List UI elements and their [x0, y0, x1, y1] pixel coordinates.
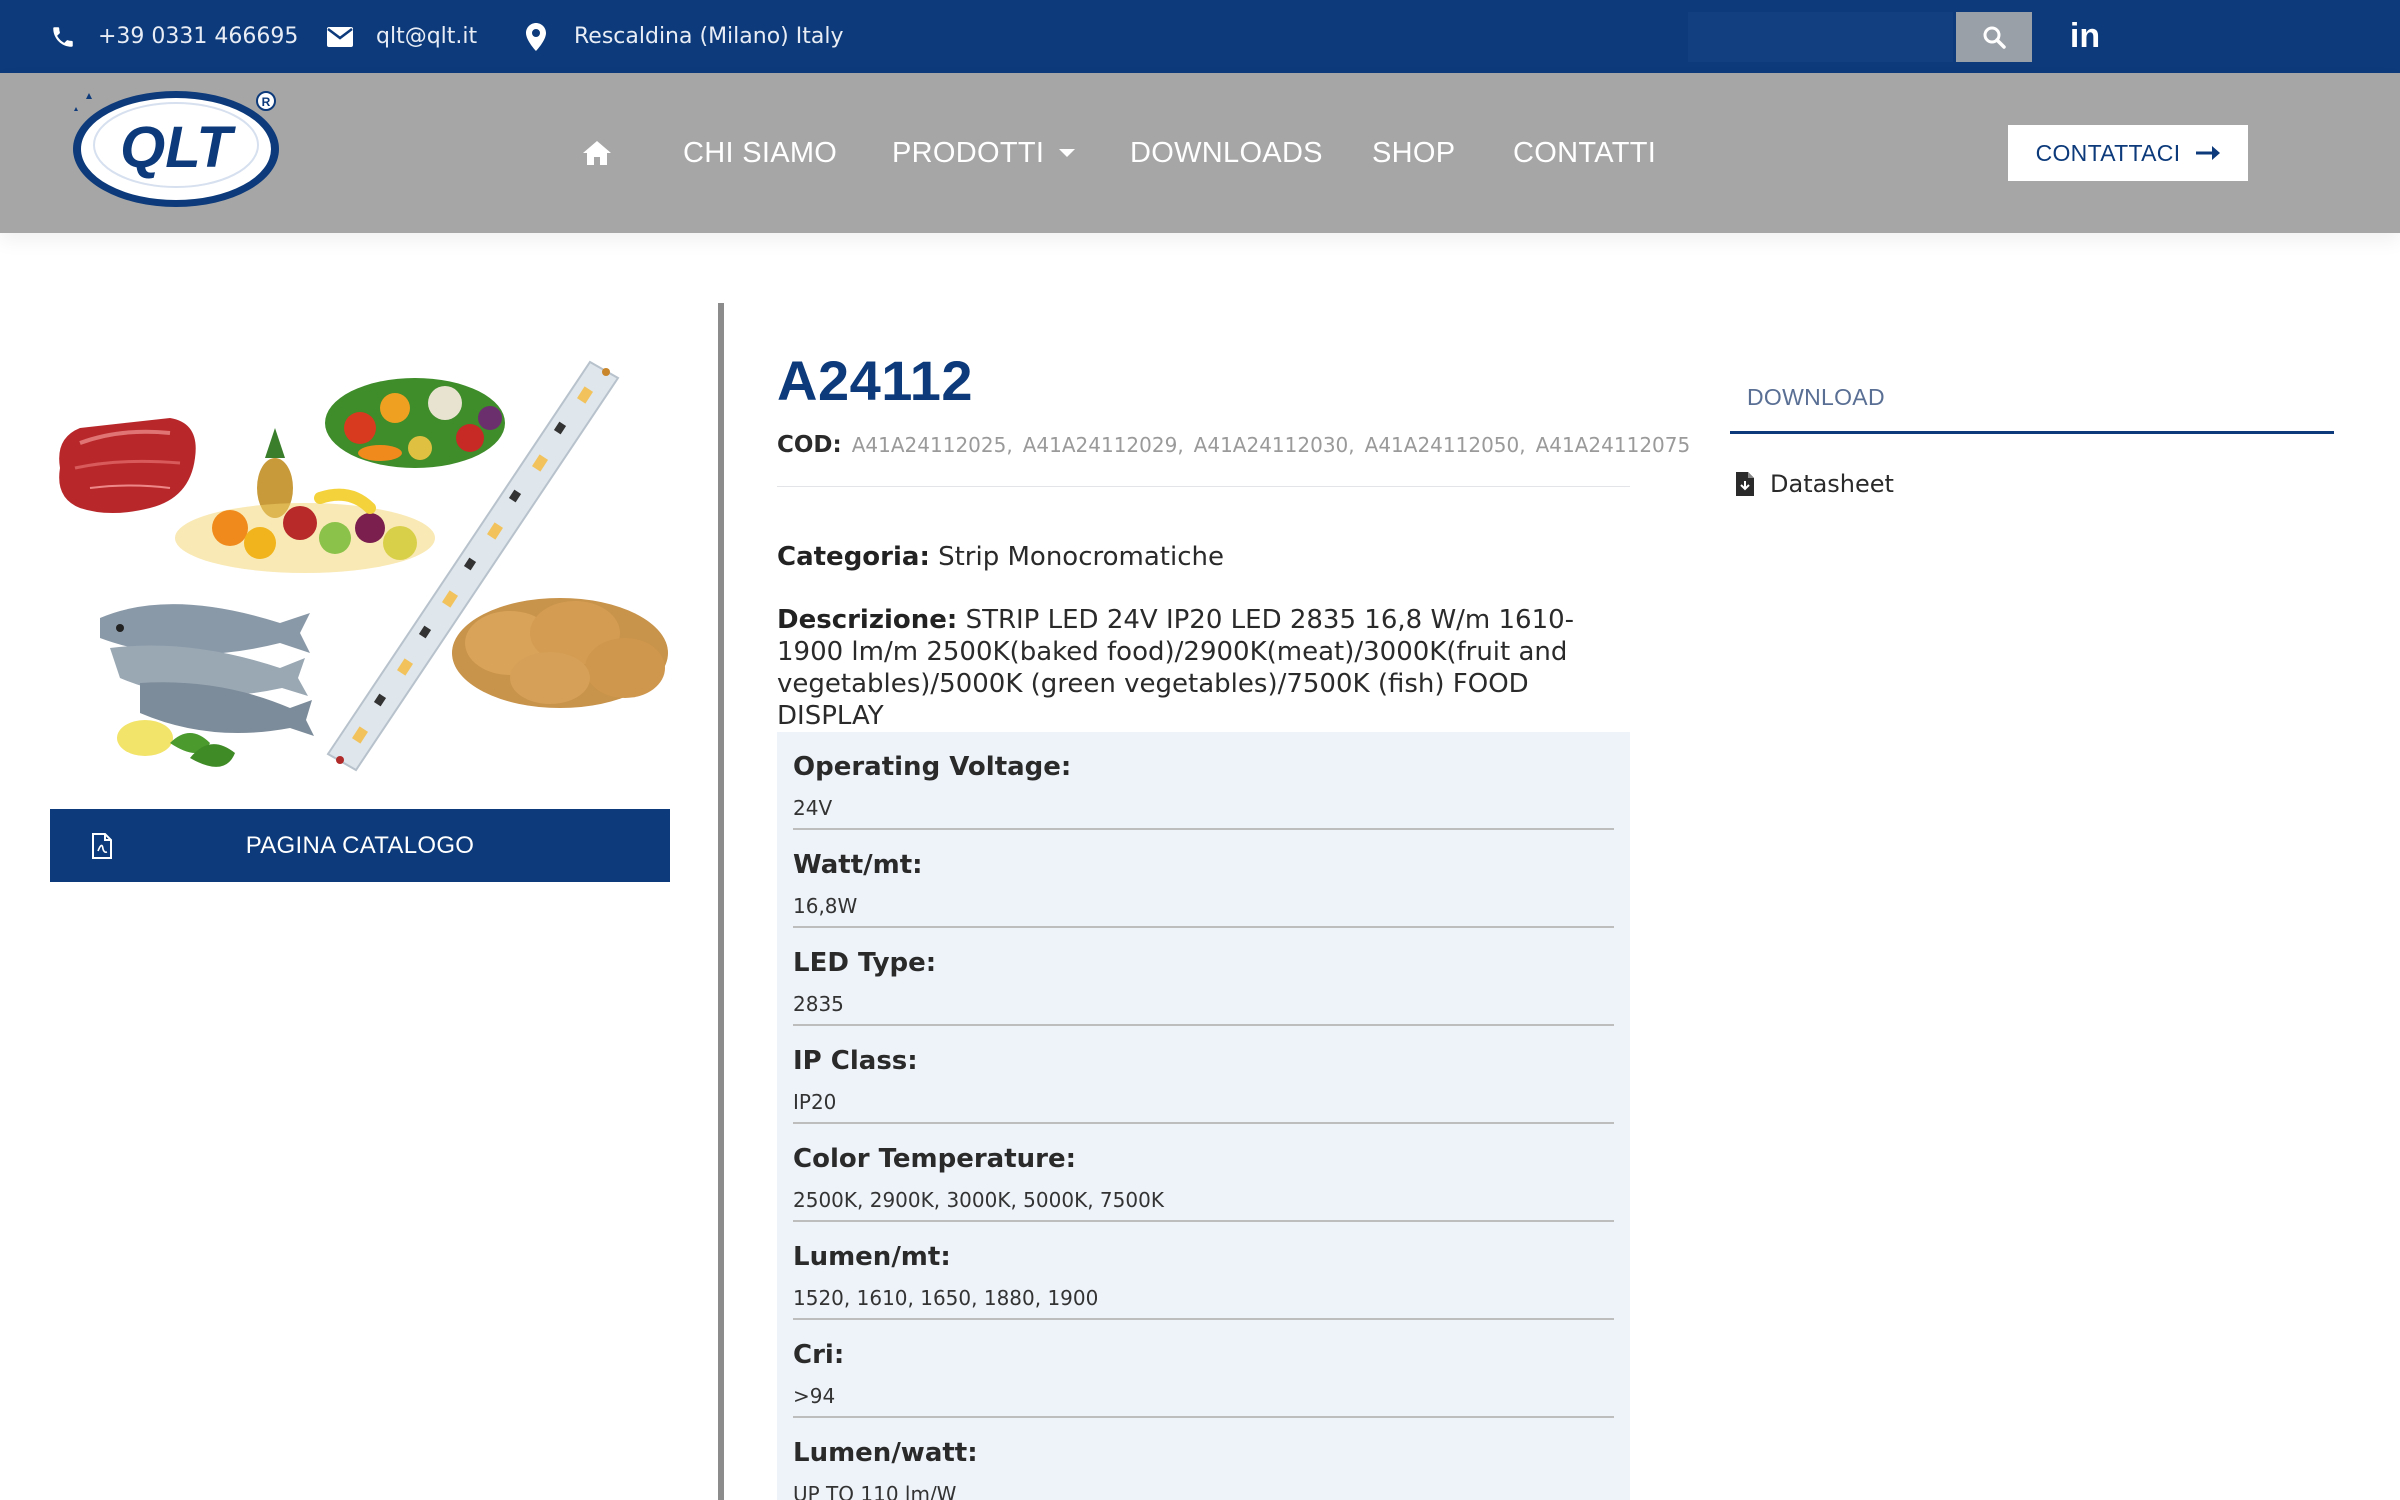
product-codes: COD: A41A24112025, A41A24112029, A41A241… — [777, 432, 1691, 458]
qlt-logo[interactable]: QLT R — [64, 87, 284, 217]
linkedin-icon[interactable]: in — [2068, 16, 2102, 56]
product-code-link[interactable]: A41A24112075 — [1536, 433, 1691, 457]
spec-value: UP TO 110 lm/W — [793, 1482, 957, 1500]
spec-label: Color Temperature: — [793, 1144, 1077, 1174]
nav-downloads[interactable]: DOWNLOADS — [1130, 73, 1323, 233]
product-image — [50, 348, 672, 788]
search-input[interactable] — [1688, 12, 1953, 62]
file-download-icon — [1736, 472, 1754, 496]
product-title: A24112 — [777, 349, 974, 412]
specs-table: Operating Voltage: 24V Watt/mt: 16,8W LE… — [777, 732, 1630, 1500]
spec-value: 16,8W — [793, 894, 858, 918]
spec-label: IP Class: — [793, 1046, 918, 1076]
email-contact[interactable]: qlt@qlt.it — [326, 0, 477, 73]
spec-label: Lumen/mt: — [793, 1242, 951, 1272]
product-code-link[interactable]: A41A24112029 — [1023, 433, 1178, 457]
spec-row: Lumen/watt: UP TO 110 lm/W — [793, 1418, 1614, 1500]
column-divider — [718, 303, 724, 1500]
contattaci-button[interactable]: CONTATTACI — [2008, 125, 2248, 181]
pagina-catalogo-label: PAGINA CATALOGO — [245, 831, 475, 859]
email-address: qlt@qlt.it — [376, 24, 478, 49]
spec-value: IP20 — [793, 1090, 837, 1114]
nav-prodotti[interactable]: PRODOTTI — [892, 73, 1076, 233]
search-button[interactable] — [1956, 12, 2032, 62]
tab-underline — [1730, 431, 2334, 434]
spec-label: LED Type: — [793, 948, 937, 978]
product-category: Categoria: Strip Monocromatiche — [777, 542, 1224, 572]
cod-label: COD: — [777, 432, 842, 458]
arrow-right-icon — [2196, 146, 2221, 160]
main-header: QLT R CHI SIAMO PRODOTTI DOWNLOADS SHOP … — [0, 73, 2400, 233]
meat-image — [59, 418, 196, 513]
product-code-link[interactable]: A41A24112030 — [1194, 433, 1349, 457]
contattaci-label: CONTATTACI — [2035, 139, 2181, 166]
product-code-link[interactable]: A41A24112025 — [852, 433, 1007, 457]
nav-contatti[interactable]: CONTATTI — [1513, 73, 1656, 233]
logo-text: QLT — [120, 115, 236, 180]
spec-row: LED Type: 2835 — [793, 928, 1614, 1026]
fish-image — [100, 604, 314, 767]
nav-shop[interactable]: SHOP — [1372, 73, 1455, 233]
map-pin-icon — [526, 22, 546, 51]
category-label: Categoria: — [777, 542, 930, 572]
spec-value: >94 — [793, 1384, 836, 1408]
nav-home[interactable] — [582, 73, 612, 233]
pagina-catalogo-button[interactable]: PAGINA CATALOGO — [50, 809, 670, 882]
phone-contact[interactable]: +39 0331 466695 — [50, 0, 298, 73]
search-icon — [1983, 26, 2006, 49]
nav-chi-siamo[interactable]: CHI SIAMO — [683, 73, 837, 233]
spec-value: 24V — [793, 796, 833, 820]
spec-row: Color Temperature: 2500K, 2900K, 3000K, … — [793, 1124, 1614, 1222]
datasheet-label: Datasheet — [1770, 470, 1894, 498]
spec-label: Cri: — [793, 1340, 845, 1370]
spec-value: 2500K, 2900K, 3000K, 5000K, 7500K — [793, 1188, 1164, 1212]
nav-prodotti-label: PRODOTTI — [892, 136, 1045, 169]
spec-row: Operating Voltage: 24V — [793, 732, 1614, 830]
divider — [777, 486, 1630, 487]
top-bar: +39 0331 466695 qlt@qlt.it Rescaldina (M… — [0, 0, 2400, 73]
spec-value: 1520, 1610, 1650, 1880, 1900 — [793, 1286, 1099, 1310]
spec-label: Operating Voltage: — [793, 752, 1072, 782]
product-description: Descrizione: STRIP LED 24V IP20 LED 2835… — [777, 604, 1637, 732]
bread-image — [452, 598, 668, 708]
spec-row: IP Class: IP20 — [793, 1026, 1614, 1124]
envelope-icon — [327, 26, 353, 47]
chevron-down-icon — [1059, 149, 1076, 157]
location-contact[interactable]: Rescaldina (Milano) Italy — [526, 0, 843, 73]
home-icon — [583, 141, 611, 165]
svg-text:R: R — [262, 95, 271, 109]
product-code-link[interactable]: A41A24112050 — [1365, 433, 1520, 457]
description-label: Descrizione: — [777, 605, 958, 635]
spec-row: Watt/mt: 16,8W — [793, 830, 1614, 928]
datasheet-link[interactable]: Datasheet — [1736, 470, 1894, 498]
spec-row: Cri: >94 — [793, 1320, 1614, 1418]
spec-value: 2835 — [793, 992, 844, 1016]
location-text: Rescaldina (Milano) Italy — [574, 24, 844, 49]
category-value: Strip Monocromatiche — [938, 542, 1224, 572]
spec-row: Lumen/mt: 1520, 1610, 1650, 1880, 1900 — [793, 1222, 1614, 1320]
spec-label: Lumen/watt: — [793, 1438, 978, 1468]
phone-number: +39 0331 466695 — [98, 24, 299, 49]
vegetables-image — [325, 378, 505, 468]
spec-label: Watt/mt: — [793, 850, 923, 880]
tab-download[interactable]: DOWNLOAD — [1747, 384, 1885, 411]
phone-icon — [53, 26, 73, 47]
